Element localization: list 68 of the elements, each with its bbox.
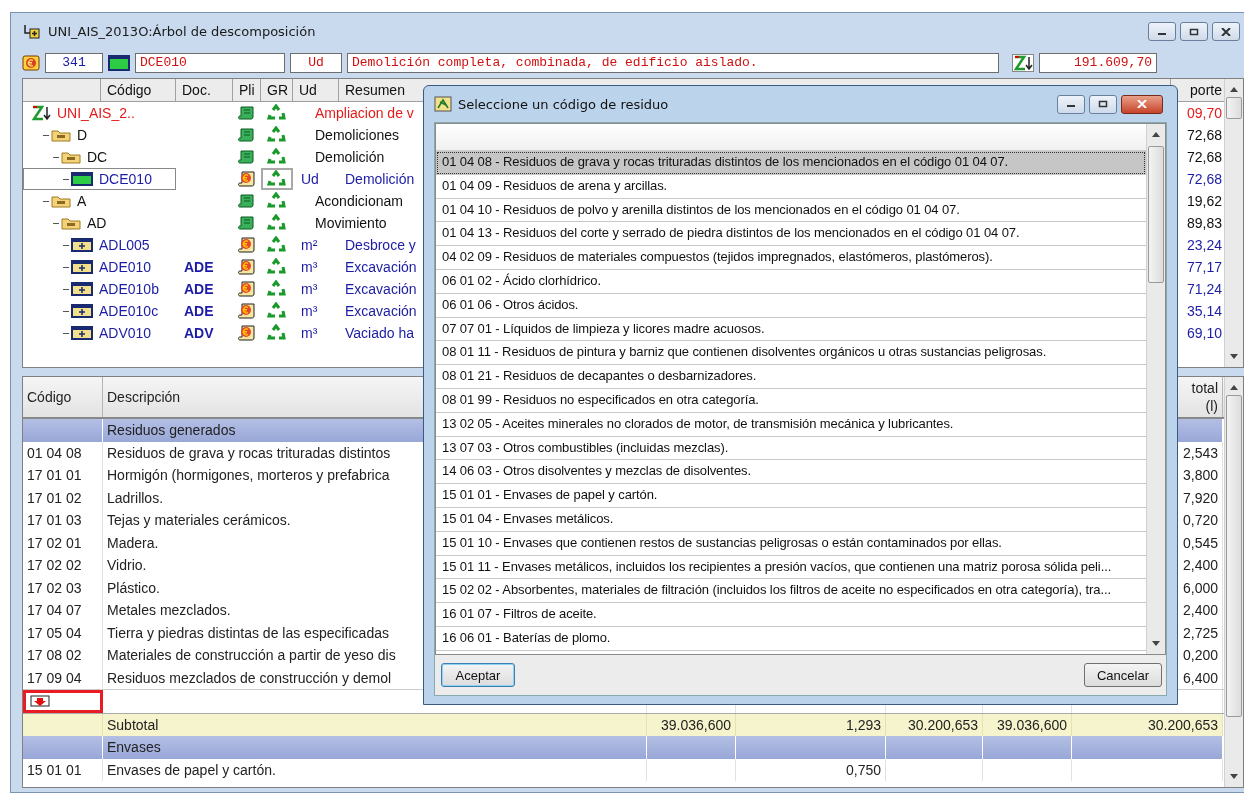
header-text: total [1191,379,1218,397]
tree-code: ADE010 [99,259,152,275]
table-cell: 0,750 [736,758,886,781]
amount-text: 71,24 [1186,281,1222,297]
summary-text: Movimiento [315,215,387,231]
tree-code: A [77,193,87,209]
table-cell: 30.200,653 [886,713,983,736]
table-cell: 15 01 01 [23,758,103,781]
amount-text: 72,68 [1186,149,1222,165]
table-cell: 17 02 01 [23,531,103,554]
summary-text: Demolición [344,171,415,187]
table-cell: 1,293 [736,713,886,736]
table-cell: 17 01 03 [23,509,103,532]
table-cell: 17 04 07 [23,599,103,622]
tree-code: D [77,127,88,143]
tree-code: DC [87,149,108,165]
summary-text: Vaciado ha [344,325,414,341]
table-cell: Envases de papel y cartón. [103,758,647,781]
amount-text: 72,68 [1186,127,1222,143]
table-cell: Subtotal [103,713,647,736]
table-cell: 17 01 02 [23,486,103,509]
summary-text: Excavación [344,281,417,297]
table-cell: 39.036,600 [983,713,1072,736]
dialog-title: Seleccione un código de residuo [458,96,670,112]
window-title: UNI_AIS_2013O:Árbol de descomposición [48,24,317,39]
unit-text: m³ [300,281,318,297]
tree-code: DCE010 [99,171,152,187]
tree-code: ADV010 [99,325,152,341]
tree-code: ADL005 [99,237,150,253]
table-cell: 30.200,653 [1072,713,1223,736]
unit-text: m³ [300,259,318,275]
amount-text: 77,17 [1186,259,1222,275]
table-cell: Envases [103,736,647,759]
table-cell: 01 04 08 [23,441,103,464]
amount-text: 35,14 [1186,303,1222,319]
table-cell: 17 05 04 [23,621,103,644]
amount-text: 89,83 [1186,215,1222,231]
amount-text: 72,68 [1186,171,1222,187]
doc-code: ADV [183,325,214,341]
amount-text: 69,10 [1186,325,1222,341]
table-cell: 17 08 02 [23,644,103,667]
unit-text: Ud [300,171,319,187]
summary-text: Ampliacion de v [315,105,414,121]
tree-code: AD [87,215,107,231]
doc-code: ADE [183,281,214,297]
amount-text: 09,70 [1186,105,1222,121]
summary-text: Acondicionam [315,193,403,209]
table-cell: 39.036,600 [647,713,736,736]
unit-text: m³ [300,303,318,319]
summary-text: Demoliciones [315,127,400,143]
table-cell: 17 01 01 [23,464,103,487]
amount-text: 19,62 [1186,193,1222,209]
summary-text: Excavación [344,303,417,319]
summary-text: Excavación [344,259,417,275]
doc-code: ADE [183,259,214,275]
tree-code: ADE010c [99,303,159,319]
tree-code: UNI_AIS_2.. [57,105,135,121]
summary-text: Demolición [315,149,385,165]
table-cell: 17 02 03 [23,576,103,599]
unit-text: m³ [300,325,318,341]
unit-text: m² [300,237,318,253]
header-text: (l) [1205,397,1218,415]
amount-text: 23,24 [1186,237,1222,253]
doc-code: ADE [183,303,214,319]
tree-code: ADE010b [99,281,159,297]
table-cell: 17 02 02 [23,554,103,577]
table-cell: 17 09 04 [23,666,103,689]
summary-text: Desbroce y [344,237,416,253]
